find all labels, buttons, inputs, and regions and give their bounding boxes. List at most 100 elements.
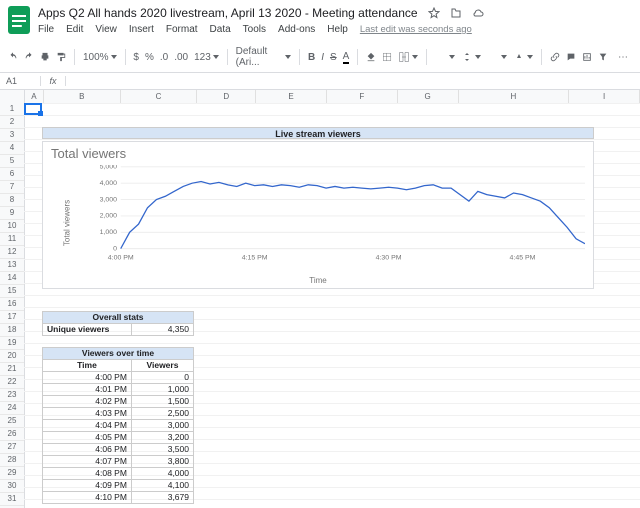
cloud-icon[interactable] [472, 7, 484, 19]
more-tools[interactable]: ⋯ [614, 52, 632, 63]
row-header[interactable]: 29 [0, 467, 24, 480]
column-headers: ABCDEFGHI [0, 90, 640, 104]
row-header[interactable]: 6 [0, 168, 24, 181]
move-icon[interactable] [450, 7, 462, 19]
column-header[interactable]: E [256, 90, 327, 103]
star-icon[interactable] [428, 7, 440, 19]
undo-icon[interactable] [8, 51, 18, 63]
menu-view[interactable]: View [95, 24, 117, 35]
toolbar: 100% $ % .0 .00 123 Default (Ari... B I … [0, 42, 640, 73]
viewers-over-time-table: Viewers over time Time Viewers 4:00 PM04… [42, 347, 194, 504]
comment-icon[interactable] [566, 51, 576, 63]
filter-icon[interactable] [598, 51, 608, 63]
row-header[interactable]: 2 [0, 116, 24, 129]
menu-tools[interactable]: Tools [243, 24, 266, 35]
row-header[interactable]: 24 [0, 402, 24, 415]
overall-stats-table: Overall stats Unique viewers 4,350 [42, 311, 194, 336]
row-header[interactable]: 9 [0, 207, 24, 220]
row-header[interactable]: 26 [0, 428, 24, 441]
column-header[interactable]: B [44, 90, 121, 103]
row-header[interactable]: 31 [0, 493, 24, 506]
column-header[interactable]: G [398, 90, 459, 103]
menu-edit[interactable]: Edit [66, 24, 83, 35]
svg-text:1,000: 1,000 [100, 229, 118, 236]
row-header[interactable]: 8 [0, 194, 24, 207]
name-box[interactable]: A1 [0, 76, 41, 86]
row-header[interactable]: 5 [0, 155, 24, 168]
row-header[interactable]: 17 [0, 311, 24, 324]
row-header[interactable]: 3 [0, 129, 24, 142]
row-header[interactable]: 13 [0, 259, 24, 272]
row-header[interactable]: 22 [0, 376, 24, 389]
paint-format-icon[interactable] [56, 51, 66, 63]
insert-chart-icon[interactable] [582, 51, 592, 63]
menu-addons[interactable]: Add-ons [278, 24, 315, 35]
row-header[interactable]: 27 [0, 441, 24, 454]
decrease-decimal[interactable]: .0 [160, 52, 168, 63]
italic-button[interactable]: I [321, 52, 324, 63]
menu-insert[interactable]: Insert [129, 24, 154, 35]
row-header[interactable]: 30 [0, 480, 24, 493]
row-header[interactable]: 11 [0, 233, 24, 246]
svg-text:4:15 PM: 4:15 PM [242, 255, 268, 262]
row-header[interactable]: 21 [0, 363, 24, 376]
bold-button[interactable]: B [308, 52, 315, 63]
row-header[interactable]: 23 [0, 389, 24, 402]
text-wrap[interactable] [487, 51, 507, 63]
link-icon[interactable] [550, 51, 560, 63]
select-all-corner[interactable] [0, 90, 25, 103]
row-header[interactable]: 18 [0, 324, 24, 337]
row-header[interactable]: 10 [0, 220, 24, 233]
menu-help[interactable]: Help [327, 24, 348, 35]
row-header[interactable]: 28 [0, 454, 24, 467]
row-header[interactable]: 1 [0, 103, 24, 116]
font-select[interactable]: Default (Ari... [236, 46, 291, 68]
format-percent[interactable]: % [145, 52, 154, 63]
redo-icon[interactable] [24, 51, 34, 63]
menu-format[interactable]: Format [166, 24, 198, 35]
column-header[interactable]: D [197, 90, 256, 103]
menu-data[interactable]: Data [210, 24, 231, 35]
table-row: 4:02 PM1,500 [43, 396, 194, 408]
row-header[interactable]: 14 [0, 272, 24, 285]
row-header[interactable]: 19 [0, 337, 24, 350]
table-row: 4:04 PM3,000 [43, 420, 194, 432]
h-align[interactable] [435, 51, 455, 63]
chart-title: Total viewers [51, 146, 593, 161]
live-stream-banner: Live stream viewers [42, 127, 594, 139]
menu-file[interactable]: File [38, 24, 54, 35]
borders-icon[interactable] [382, 51, 392, 63]
viewers-chart[interactable]: Total viewers Total viewers 4:00 PM4:15 … [42, 141, 594, 289]
print-icon[interactable] [40, 51, 50, 63]
increase-decimal[interactable]: .00 [174, 52, 188, 63]
column-header[interactable]: H [459, 90, 570, 103]
format-currency[interactable]: $ [133, 52, 139, 63]
svg-text:4,000: 4,000 [100, 180, 118, 187]
zoom-select[interactable]: 100% [83, 52, 117, 63]
strike-button[interactable]: S [330, 52, 337, 63]
row-header[interactable]: 4 [0, 142, 24, 155]
row-header[interactable]: 25 [0, 415, 24, 428]
last-edit-link[interactable]: Last edit was seconds ago [360, 24, 472, 35]
svg-text:4:00 PM: 4:00 PM [108, 255, 134, 262]
row-header[interactable]: 7 [0, 181, 24, 194]
active-cell-a1[interactable] [24, 103, 42, 115]
row-header[interactable]: 15 [0, 285, 24, 298]
merge-cells[interactable] [398, 51, 418, 63]
v-align[interactable] [461, 51, 481, 63]
more-formats[interactable]: 123 [194, 52, 219, 63]
column-header[interactable]: A [25, 90, 44, 103]
column-header[interactable]: C [121, 90, 198, 103]
row-header[interactable]: 12 [0, 246, 24, 259]
column-header[interactable]: F [327, 90, 398, 103]
document-title[interactable]: Apps Q2 All hands 2020 livestream, April… [38, 6, 418, 20]
row-header[interactable]: 16 [0, 298, 24, 311]
row-header[interactable]: 20 [0, 350, 24, 363]
text-color-button[interactable]: A [343, 51, 350, 64]
fill-color-icon[interactable] [366, 51, 376, 63]
column-header[interactable]: I [569, 90, 640, 103]
svg-text:4:45 PM: 4:45 PM [510, 255, 536, 262]
text-rotate[interactable] [513, 51, 533, 63]
unique-viewers-label: Unique viewers [43, 324, 132, 336]
table-row: 4:01 PM1,000 [43, 384, 194, 396]
